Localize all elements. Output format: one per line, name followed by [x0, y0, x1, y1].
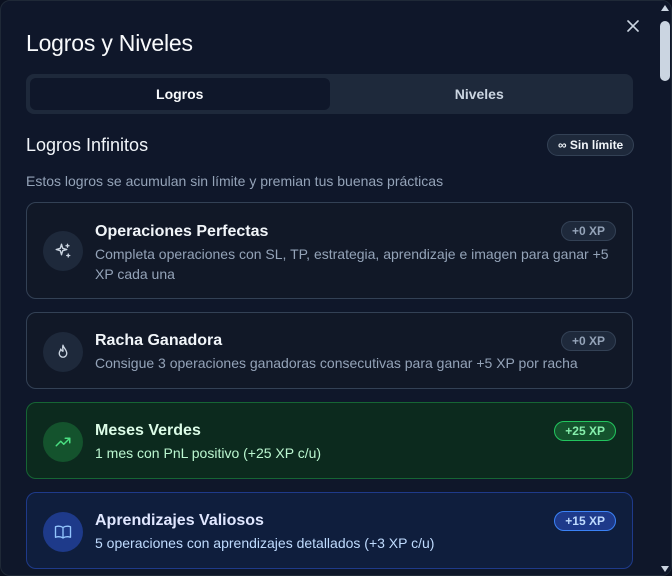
achievement-title: Meses Verdes [95, 422, 201, 439]
xp-badge: +0 XP [560, 221, 616, 241]
sparkles-icon [43, 231, 83, 271]
book-open-icon [43, 512, 83, 552]
close-button[interactable] [624, 17, 642, 35]
achievement-card-aprendizajes-valiosos[interactable]: Aprendizajes Valiosos 5 operaciones con … [26, 492, 633, 569]
scrollbar-track[interactable] [657, 1, 671, 575]
section-description: Estos logros se acumulan sin límite y pr… [26, 173, 444, 189]
close-icon [627, 20, 639, 32]
unlimited-badge-label: ∞ Sin límite [558, 138, 624, 152]
achievement-description: Consigue 3 operaciones ganadoras consecu… [95, 355, 578, 371]
section-title: Logros Infinitos [26, 135, 149, 155]
xp-badge: +25 XP [554, 421, 616, 441]
tab-niveles[interactable]: Niveles [330, 78, 630, 110]
achievement-description: Completa operaciones con SL, TP, estrate… [95, 246, 609, 282]
achievement-card-racha-ganadora[interactable]: Racha Ganadora Consigue 3 operaciones ga… [26, 312, 633, 389]
achievement-description: 1 mes con PnL positivo (+25 XP c/u) [95, 445, 322, 461]
dialog-title: Logros y Niveles [26, 30, 193, 56]
scroll-up-arrow[interactable] [661, 5, 669, 11]
scroll-down-arrow[interactable] [661, 566, 669, 572]
achievement-card-operaciones-perfectas[interactable]: Operaciones Perfectas Completa operacion… [26, 202, 633, 299]
unlimited-badge: ∞ Sin límite [547, 134, 635, 156]
tab-list: Logros Niveles [26, 74, 633, 114]
trending-up-icon [43, 422, 83, 462]
xp-badge: +0 XP [560, 331, 616, 351]
achievements-dialog: Logros y Niveles Logros Niveles Logros I… [0, 0, 672, 576]
achievement-description: 5 operaciones con aprendizajes detallado… [95, 535, 435, 551]
xp-badge: +15 XP [554, 511, 616, 531]
achievement-title: Racha Ganadora [95, 332, 223, 349]
flame-icon [43, 332, 83, 372]
achievement-card-meses-verdes[interactable]: Meses Verdes 1 mes con PnL positivo (+25… [26, 402, 633, 479]
achievement-title: Operaciones Perfectas [95, 223, 269, 240]
achievement-title: Aprendizajes Valiosos [95, 512, 264, 529]
scrollbar-thumb[interactable] [660, 21, 670, 81]
tab-logros[interactable]: Logros [30, 78, 330, 110]
